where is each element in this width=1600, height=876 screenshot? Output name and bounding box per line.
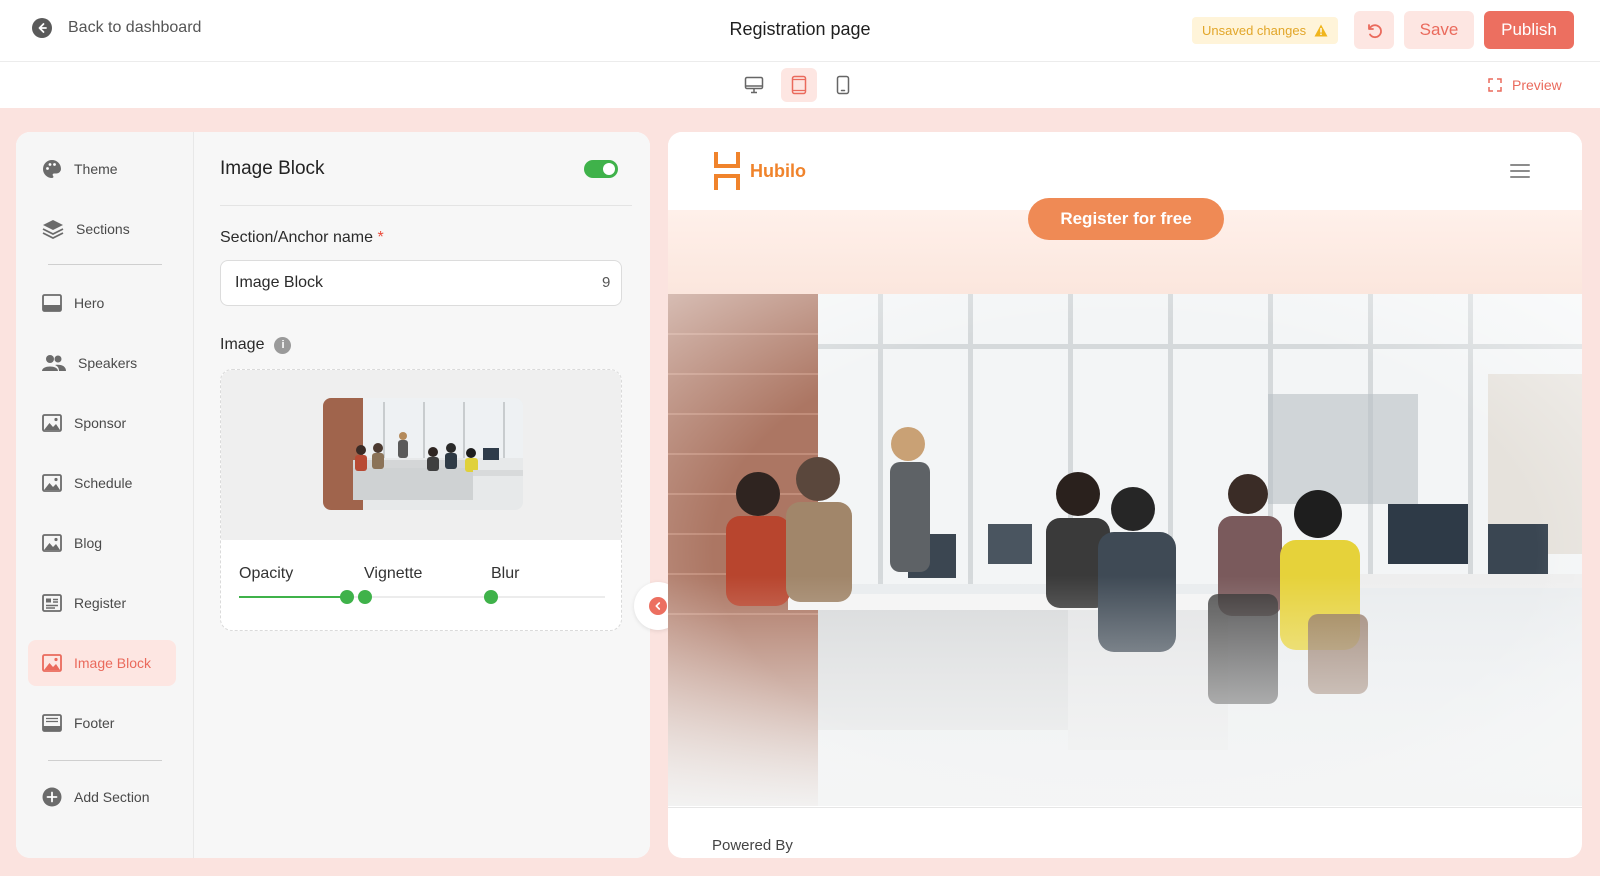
image-preview-area[interactable] — [221, 370, 621, 540]
arrow-left-icon — [32, 18, 52, 38]
section-nav: Theme Sections Hero Speakers Sponsor Sch… — [16, 132, 194, 858]
add-section-button[interactable]: Add Section — [28, 774, 176, 820]
tablet-view-button[interactable] — [781, 68, 817, 102]
sidebar-item-register[interactable]: Register — [28, 580, 176, 626]
footer-layout-icon — [42, 714, 62, 732]
unsaved-changes-badge: Unsaved changes — [1192, 17, 1339, 44]
expand-icon — [1488, 78, 1502, 92]
sidebar-item-sections[interactable]: Sections — [28, 206, 176, 252]
menu-icon[interactable] — [1510, 164, 1530, 178]
save-button[interactable]: Save — [1404, 11, 1474, 49]
layers-icon — [42, 220, 64, 239]
vignette-slider-handle[interactable] — [358, 590, 372, 604]
opacity-slider-fill — [239, 596, 347, 598]
unsaved-label: Unsaved changes — [1202, 23, 1307, 38]
sidebar-item-schedule[interactable]: Schedule — [28, 460, 176, 506]
panel-divider — [220, 205, 632, 206]
nav-divider — [48, 760, 162, 761]
menu-line — [1510, 164, 1530, 166]
desktop-icon — [744, 76, 764, 94]
info-icon[interactable]: i — [274, 336, 292, 354]
opacity-slider-handle[interactable] — [340, 590, 354, 604]
sidebar-item-theme[interactable]: Theme — [28, 146, 176, 192]
undo-icon — [1368, 24, 1382, 39]
back-to-dashboard-link[interactable]: Back to dashboard — [32, 18, 201, 38]
sidebar-item-hero[interactable]: Hero — [28, 280, 176, 326]
footer-divider — [668, 807, 1582, 808]
chevron-left-icon — [649, 597, 667, 615]
sidebar-item-label: Add Section — [74, 789, 150, 805]
top-bar: Back to dashboard Registration page Unsa… — [0, 0, 1600, 62]
character-count: 9 — [602, 274, 611, 291]
sidebar-item-label: Schedule — [74, 475, 133, 491]
section-enabled-toggle[interactable] — [584, 160, 618, 178]
sidebar-item-label: Theme — [74, 161, 118, 177]
publish-button[interactable]: Publish — [1484, 11, 1574, 49]
sidebar-item-label: Footer — [74, 715, 115, 731]
anchor-name-label-text: Section/Anchor name — [220, 229, 373, 246]
sidebar-item-label: Image Block — [74, 655, 152, 671]
preview-button[interactable]: Preview — [1488, 77, 1562, 93]
preview-label: Preview — [1512, 77, 1562, 93]
opacity-label: Opacity — [239, 565, 294, 582]
sidebar-item-speakers[interactable]: Speakers — [28, 340, 176, 386]
hero-layout-icon — [42, 294, 62, 312]
office-photo — [668, 294, 1582, 806]
nav-divider — [48, 264, 162, 265]
workspace: Theme Sections Hero Speakers Sponsor Sch… — [0, 108, 1600, 876]
plus-circle-icon — [42, 787, 62, 807]
device-toolbar: Preview — [0, 62, 1600, 108]
image-icon — [42, 654, 62, 672]
sidebar-item-sponsor[interactable]: Sponsor — [28, 400, 176, 446]
mobile-view-button[interactable] — [825, 68, 861, 102]
sidebar-item-label: Blog — [74, 535, 103, 551]
blur-slider-handle[interactable] — [484, 590, 498, 604]
sidebar-item-label: Hero — [74, 295, 105, 311]
image-icon — [42, 534, 62, 552]
sidebar-item-label: Speakers — [78, 355, 138, 371]
settings-panel: Image Block Section/Anchor name * 9 Imag… — [194, 132, 650, 858]
brand-name: Hubilo — [750, 160, 806, 181]
sidebar-item-image-block[interactable]: Image Block — [28, 640, 176, 686]
palette-icon — [43, 160, 61, 178]
toggle-knob — [603, 163, 615, 175]
tablet-icon — [791, 75, 807, 95]
preview-frame: Hubilo Register for free Powered By — [668, 132, 1582, 858]
back-label: Back to dashboard — [68, 19, 202, 36]
sidebar-item-blog[interactable]: Blog — [28, 520, 176, 566]
sidebar-item-footer[interactable]: Footer — [28, 700, 176, 746]
menu-line — [1510, 176, 1530, 178]
image-thumbnail[interactable] — [323, 398, 523, 510]
sidebar-item-label: Register — [74, 595, 127, 611]
undo-button[interactable] — [1354, 11, 1394, 49]
menu-line — [1510, 170, 1530, 172]
image-label-text: Image — [220, 336, 265, 353]
mobile-icon — [836, 75, 850, 95]
anchor-name-input[interactable] — [220, 260, 622, 306]
people-icon — [42, 355, 66, 371]
editor-card: Theme Sections Hero Speakers Sponsor Sch… — [16, 132, 650, 858]
sidebar-item-label: Sections — [76, 221, 130, 237]
desktop-view-button[interactable] — [736, 68, 772, 102]
required-mark: * — [377, 229, 384, 246]
image-icon — [42, 414, 62, 432]
image-upload-card: Opacity Vignette Blur — [220, 369, 622, 631]
image-label: Image i — [220, 336, 292, 354]
hubilo-logo-icon — [714, 152, 740, 190]
image-icon — [42, 474, 62, 492]
anchor-name-label: Section/Anchor name * — [220, 229, 384, 247]
panel-title: Image Block — [220, 158, 325, 179]
form-icon — [42, 594, 62, 612]
register-for-free-button[interactable]: Register for free — [1028, 198, 1224, 240]
powered-by-text: Powered By — [712, 837, 793, 854]
warning-icon — [1314, 24, 1328, 37]
brand-logo[interactable]: Hubilo — [714, 152, 806, 190]
blur-label: Blur — [491, 565, 520, 582]
sidebar-item-label: Sponsor — [74, 415, 127, 431]
vignette-label: Vignette — [364, 565, 423, 582]
